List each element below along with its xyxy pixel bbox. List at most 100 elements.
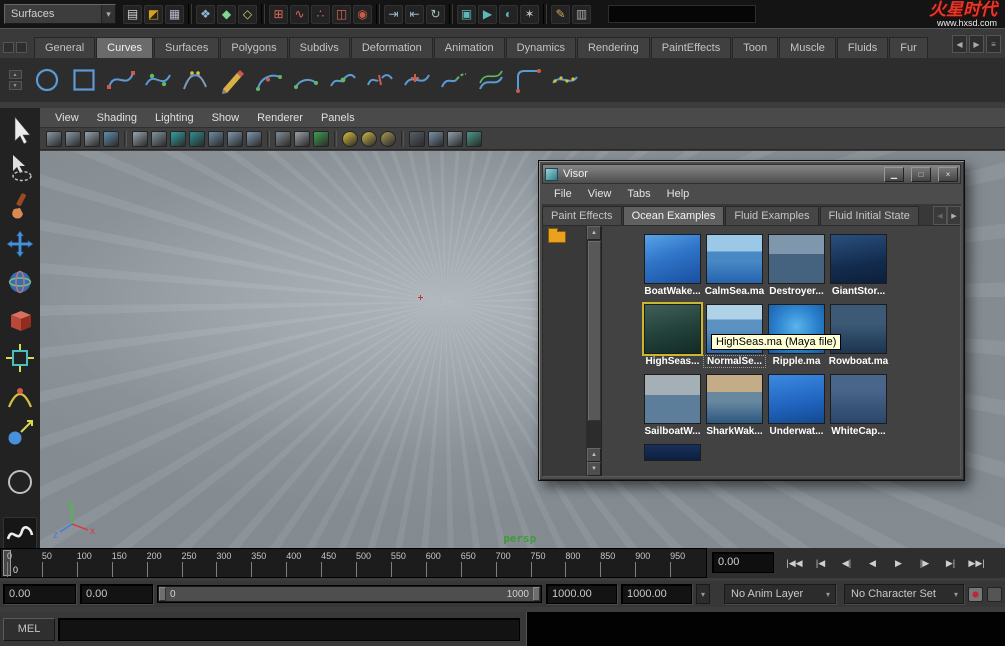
last-tool-icon[interactable] xyxy=(3,465,37,499)
shelf-tab-surfaces[interactable]: Surfaces xyxy=(154,37,219,58)
step-back-key-button[interactable]: ◀| xyxy=(834,551,859,575)
visor-item[interactable]: GiantStor... xyxy=(828,234,889,302)
step-forward-key-button[interactable]: |▶ xyxy=(912,551,937,575)
thumbnail-image[interactable] xyxy=(644,444,701,461)
inputs-to-selected-icon[interactable]: ⇥ xyxy=(384,5,403,24)
range-end-handle[interactable] xyxy=(533,587,540,601)
shelf-tabs-scroll-right-icon[interactable]: ▶ xyxy=(969,35,984,53)
animation-start-field[interactable]: 0.00 xyxy=(3,584,76,604)
step-forward-frame-button[interactable]: ▶| xyxy=(938,551,963,575)
detach-curves-icon[interactable] xyxy=(363,63,397,97)
shelf-scroll-down-icon[interactable]: ▼ xyxy=(9,81,22,90)
isolate-select-icon[interactable] xyxy=(447,131,463,147)
snap-to-view-planes-icon[interactable]: ◫ xyxy=(332,5,351,24)
select-camera-icon[interactable] xyxy=(46,131,62,147)
camera-attributes-icon[interactable] xyxy=(65,131,81,147)
default-light-icon[interactable] xyxy=(361,131,377,147)
nurbs-circle-icon[interactable] xyxy=(30,63,64,97)
shelf-tabs-scroll-left-icon[interactable]: ◀ xyxy=(952,35,967,53)
move-tool-icon[interactable] xyxy=(3,227,37,261)
panel-menu-show[interactable]: Show xyxy=(203,112,249,124)
tab-scroll-left-icon[interactable]: ◀ xyxy=(933,206,947,225)
open-render-view-icon[interactable]: ▣ xyxy=(457,5,476,24)
range-slider[interactable]: 0 1000 xyxy=(157,585,542,603)
command-output[interactable] xyxy=(526,612,1005,646)
snap-to-grids-icon[interactable]: ⊞ xyxy=(269,5,288,24)
visor-item[interactable]: HighSeas... xyxy=(642,304,703,372)
panel-menu-panels[interactable]: Panels xyxy=(312,112,364,124)
gate-mask-icon[interactable] xyxy=(189,131,205,147)
snap-to-points-icon[interactable]: ∴ xyxy=(311,5,330,24)
range-bar[interactable]: 0 1000 xyxy=(166,587,533,601)
go-to-end-button[interactable]: ▶▶| xyxy=(964,551,989,575)
visor-tab-ocean-examples[interactable]: Ocean Examples xyxy=(623,206,725,225)
cv-curve-tool-icon[interactable] xyxy=(104,63,138,97)
shelf-toggle-icon[interactable] xyxy=(3,42,14,53)
thumbnail-image[interactable] xyxy=(830,374,887,424)
select-tool-icon[interactable] xyxy=(3,113,37,147)
bookmark-icon[interactable] xyxy=(84,131,100,147)
lights-icon[interactable] xyxy=(342,131,358,147)
plugin-shapes-icon[interactable] xyxy=(466,131,482,147)
current-time-field[interactable]: 0.00 xyxy=(712,552,774,573)
save-scene-icon[interactable]: ▦ xyxy=(165,5,184,24)
shelf-editor-icon[interactable] xyxy=(16,42,27,53)
nurbs-square-icon[interactable] xyxy=(67,63,101,97)
thumbnail-image[interactable] xyxy=(830,234,887,284)
safe-action-icon[interactable] xyxy=(227,131,243,147)
current-tool-icon[interactable] xyxy=(3,517,37,551)
visor-scrollbar[interactable]: ▲ ▲ ▼ xyxy=(587,226,602,476)
visor-item[interactable]: SharkWak... xyxy=(704,374,765,442)
no-lights-icon[interactable] xyxy=(380,131,396,147)
snap-to-curves-icon[interactable]: ∿ xyxy=(290,5,309,24)
thumbnail-image[interactable] xyxy=(644,304,701,354)
scrollbar-thumb[interactable] xyxy=(588,241,601,421)
extend-curve-icon[interactable] xyxy=(437,63,471,97)
visor-tree-panel[interactable] xyxy=(543,226,587,476)
shelf-tab-curves[interactable]: Curves xyxy=(96,37,153,58)
command-input[interactable] xyxy=(58,618,520,641)
visor-item[interactable]: Underwat... xyxy=(766,374,827,442)
panel-menu-renderer[interactable]: Renderer xyxy=(248,112,312,124)
make-live-icon[interactable]: ◉ xyxy=(353,5,372,24)
lasso-tool-icon[interactable] xyxy=(3,151,37,185)
visor-item[interactable]: SailboatW... xyxy=(642,374,703,442)
select-by-component-icon[interactable]: ◇ xyxy=(238,5,257,24)
visor-menu-help[interactable]: Help xyxy=(659,188,698,200)
shelf-tab-rendering[interactable]: Rendering xyxy=(577,37,650,58)
tab-scroll-right-icon[interactable]: ▶ xyxy=(947,206,961,225)
thumbnail-image[interactable] xyxy=(768,234,825,284)
pencil-curve-tool-icon[interactable] xyxy=(215,63,249,97)
bezier-curve-tool-icon[interactable] xyxy=(178,63,212,97)
quick-selection-input[interactable] xyxy=(608,5,756,23)
thumbnail-image[interactable] xyxy=(706,374,763,424)
wireframe-icon[interactable] xyxy=(275,131,291,147)
visor-item[interactable]: BoatWake... xyxy=(642,234,703,302)
visor-item[interactable]: Destroyer... xyxy=(766,234,827,302)
shelf-menu-icon[interactable]: ≡ xyxy=(986,35,1001,53)
go-to-start-button[interactable]: |◀◀ xyxy=(782,551,807,575)
playback-end-field[interactable]: 1000.00 xyxy=(546,584,617,604)
visor-menu-file[interactable]: File xyxy=(546,188,580,200)
image-plane-icon[interactable] xyxy=(103,131,119,147)
construction-history-icon[interactable]: ↻ xyxy=(426,5,445,24)
panel-menu-view[interactable]: View xyxy=(46,112,88,124)
insert-knot-icon[interactable] xyxy=(400,63,434,97)
folder-icon[interactable] xyxy=(548,231,566,243)
animation-preferences-icon[interactable] xyxy=(987,587,1002,602)
auto-keyframe-icon[interactable] xyxy=(968,587,983,602)
scroll-up-icon[interactable]: ▲ xyxy=(587,226,601,240)
visor-item[interactable]: WhiteCap... xyxy=(828,374,889,442)
play-forwards-button[interactable]: ▶ xyxy=(886,551,911,575)
open-scene-icon[interactable]: ◩ xyxy=(144,5,163,24)
menu-set-selector[interactable]: Surfaces ▾ xyxy=(4,4,116,24)
scale-tool-icon[interactable] xyxy=(3,303,37,337)
textured-icon[interactable] xyxy=(313,131,329,147)
chevron-down-icon[interactable]: ▾ xyxy=(696,584,710,604)
thumbnail-image[interactable] xyxy=(768,374,825,424)
offset-curve-icon[interactable] xyxy=(474,63,508,97)
select-by-hierarchy-icon[interactable]: ❖ xyxy=(196,5,215,24)
attach-curves-icon[interactable] xyxy=(326,63,360,97)
shelf-tab-subdivs[interactable]: Subdivs xyxy=(289,37,350,58)
character-set-selector[interactable]: No Character Set ▾ xyxy=(844,584,964,604)
